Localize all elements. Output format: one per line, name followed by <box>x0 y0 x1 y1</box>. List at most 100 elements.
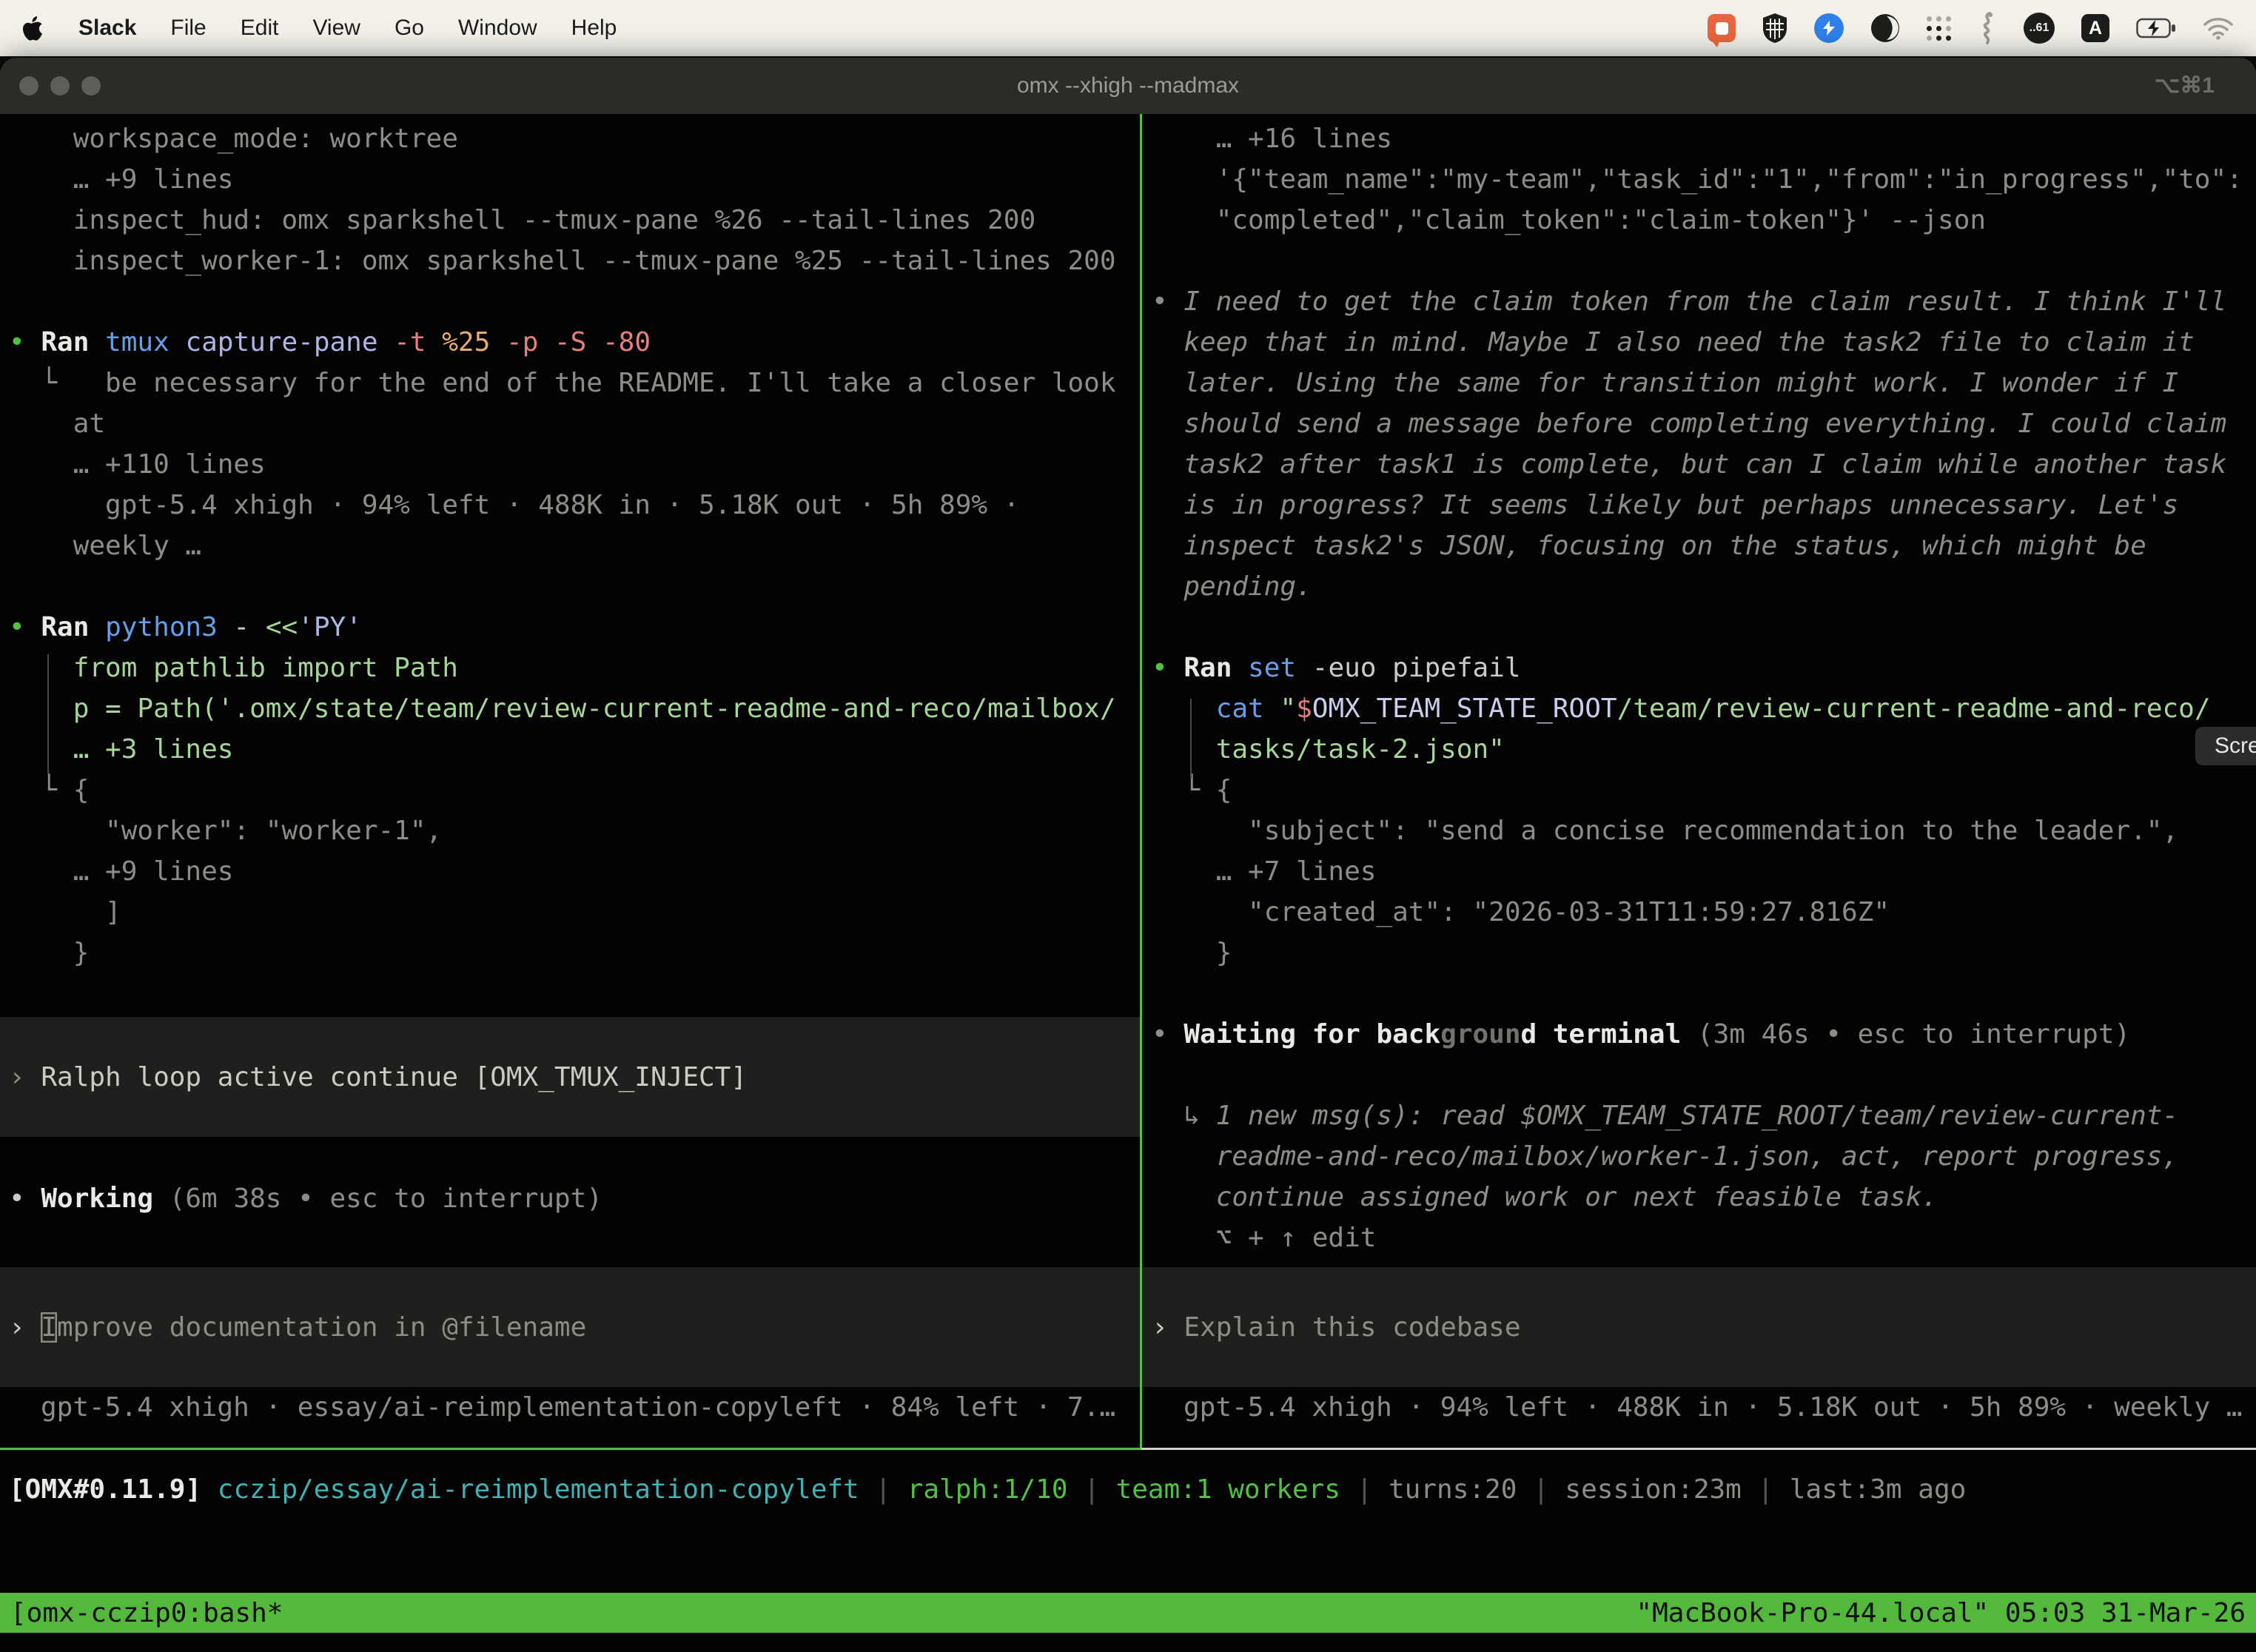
text-segment: at <box>9 409 105 439</box>
dial-badge-label: ..61 <box>2030 21 2049 35</box>
text-segment: -p -S -80 <box>506 327 651 357</box>
terminal-line: … +3 lines <box>9 729 1138 770</box>
app-grid-icon[interactable] <box>1927 9 1951 47</box>
text-segment: … +110 lines <box>9 449 266 480</box>
text-segment: Ralph loop active continue [OMX_TMUX_INJ… <box>41 1062 747 1092</box>
minimize-button[interactable] <box>50 76 70 95</box>
tooltip: Scre <box>2195 727 2256 765</box>
terminal-line: inspect task2's JSON, focusing on the st… <box>1152 526 2255 566</box>
terminal-line: • Ran tmux capture-pane -t %25 -p -S -80 <box>9 322 1138 363</box>
right-pane: … +16 lines '{"team_name":"my-team","tas… <box>1152 118 2255 1258</box>
terminal-line: keep that in mind. Maybe I also need the… <box>1152 322 2255 363</box>
text-segment: Waiting for back <box>1184 1019 1440 1050</box>
terminal-line <box>1152 1055 2255 1095</box>
terminal-line: "worker": "worker-1", <box>9 810 1138 851</box>
chat-app-icon[interactable] <box>1708 9 1736 47</box>
text-segment: keep that in mind. Maybe I also need the… <box>1152 327 2195 357</box>
text-segment: … +9 lines <box>9 164 233 195</box>
text-segment: • <box>9 612 41 642</box>
text-segment: tasks/task-2.json" <box>1152 734 1505 765</box>
text-segment: workspace_mode: worktree <box>9 124 458 154</box>
wifi-icon[interactable] <box>2203 9 2234 47</box>
terminal-line: • Ran set -euo pipefail <box>1152 648 2255 688</box>
prompt-chevron: › <box>9 1312 41 1343</box>
text-segment: | <box>859 1474 907 1505</box>
text-segment: capture-pane <box>185 327 394 357</box>
text-segment: weekly … <box>9 531 201 561</box>
text-segment: • <box>9 1183 41 1214</box>
terminal-line: continue assigned work or next feasible … <box>1152 1177 2255 1218</box>
text-segment: later. Using the same for transition mig… <box>1152 368 2178 398</box>
dragon-icon[interactable] <box>1978 9 1997 47</box>
text-segment: is in progress? It seems likely but perh… <box>1152 490 2178 520</box>
text-segment: › <box>9 1062 41 1092</box>
pane-divider[interactable] <box>1140 114 1142 1448</box>
menu-bar: Slack File Edit View Go Window Help ..61 <box>0 0 2256 56</box>
prompt-input-right-text: › Explain this codebase <box>1152 1307 1521 1348</box>
text-segment: | <box>1068 1474 1116 1505</box>
text-segment: inspect task2's JSON, focusing on the st… <box>1152 531 2146 561</box>
tmux-status-bar: [omx-cczip0:bash* "MacBook-Pro-44.local"… <box>0 1593 2256 1633</box>
menu-item-view[interactable]: View <box>312 16 360 41</box>
terminal-line <box>1152 973 2255 1014</box>
menu-item-help[interactable]: Help <box>571 16 617 41</box>
input-source-icon[interactable]: A <box>2081 14 2109 42</box>
text-segment: (6m 38s • esc to interrupt) <box>169 1183 602 1214</box>
terminal-line: at <box>9 403 1138 444</box>
working-status: • Working (6m 38s • esc to interrupt) <box>9 1178 602 1219</box>
close-button[interactable] <box>19 76 38 95</box>
text-segment: └ { <box>9 775 89 805</box>
window-title: omx --xhigh --madmax <box>0 58 2256 114</box>
tmux-session-window[interactable]: [omx-cczip0:bash* <box>10 1598 283 1628</box>
window-titlebar[interactable]: omx --xhigh --madmax ⌥⌘1 <box>0 58 2256 115</box>
menu-item-go[interactable]: Go <box>395 16 424 41</box>
text-segment: } <box>9 938 89 968</box>
model-status-left: gpt-5.4 xhigh · essay/ai-reimplementatio… <box>41 1387 1115 1428</box>
terminal-line: └ be necessary for the end of the README… <box>9 363 1138 403</box>
input-placeholder: Explain this codebase <box>1184 1312 1520 1343</box>
messenger-icon[interactable] <box>1814 9 1844 47</box>
terminal-line <box>9 281 1138 322</box>
battery-icon[interactable] <box>2136 9 2176 47</box>
menu-item-window[interactable]: Window <box>458 16 537 41</box>
text-segment: p = Path('.omx/state/team/review-current… <box>9 694 1116 724</box>
shield-icon[interactable] <box>1762 9 1787 47</box>
text-segment: • <box>1152 1019 1184 1050</box>
text-segment: ⌥ + ↑ edit <box>1152 1223 1376 1253</box>
prompt-input-right[interactable]: › Explain this codebase <box>1142 1267 2256 1387</box>
text-segment: OMX_TEAM_STATE_ROOT <box>1312 694 1617 724</box>
terminal-line: weekly … <box>9 526 1138 566</box>
terminal-line: … +110 lines <box>9 444 1138 485</box>
pane-border-active <box>0 1448 1141 1450</box>
terminal-line: } <box>9 933 1138 973</box>
text-segment: gpt-5.4 xhigh · 94% left · 488K in · 5.1… <box>9 490 1019 520</box>
traffic-lights <box>19 76 101 95</box>
text-segment: "worker": "worker-1", <box>9 816 442 846</box>
terminal-content[interactable]: workspace_mode: worktree … +9 lines insp… <box>0 114 2256 1652</box>
terminal-line: • Ran python3 - <<'PY' <box>9 607 1138 648</box>
tmux-host-clock: "MacBook-Pro-44.local" 05:03 31-Mar-26 <box>1636 1598 2246 1628</box>
terminal-line: cat "$OMX_TEAM_STATE_ROOT/team/review-cu… <box>1152 688 2255 729</box>
terminal-line: "completed","claim_token":"claim-token"}… <box>1152 200 2255 241</box>
prompt-input-left-text: › Improve documentation in @filename <box>9 1307 586 1348</box>
text-segment: "completed","claim_token":"claim-token"}… <box>1152 205 1986 235</box>
menu-item-file[interactable]: File <box>170 16 206 41</box>
menu-item-edit[interactable]: Edit <box>241 16 279 41</box>
dial-badge-icon[interactable]: ..61 <box>2024 13 2055 44</box>
apple-icon <box>22 16 44 41</box>
text-segment: readme-and-reco/mailbox/worker-1.json, a… <box>1152 1141 2178 1172</box>
zoom-button[interactable] <box>81 76 101 95</box>
text-segment: 1 new msg(s): read $OMX_TEAM_STATE_ROOT/… <box>1216 1101 2178 1131</box>
text-segment: continue assigned work or next feasible … <box>1152 1182 1938 1212</box>
contrast-moon-icon[interactable] <box>1870 9 1900 47</box>
prompt-input-left[interactable]: › Improve documentation in @filename <box>0 1267 1140 1387</box>
menu-app-name[interactable]: Slack <box>78 16 136 41</box>
terminal-window: omx --xhigh --madmax ⌥⌘1 workspace_mode:… <box>0 58 2256 1652</box>
terminal-line: pending. <box>1152 566 2255 607</box>
model-status-right: gpt-5.4 xhigh · 94% left · 488K in · 5.1… <box>1184 1387 2242 1428</box>
terminal-line: tasks/task-2.json" <box>1152 729 2255 770</box>
apple-menu[interactable] <box>22 9 44 47</box>
text-segment: inspect_hud: omx sparkshell --tmux-pane … <box>9 205 1035 235</box>
text-segment: '{"team_name":"my-team","task_id":"1","f… <box>1152 164 2243 195</box>
text-segment: " <box>1280 694 1296 724</box>
